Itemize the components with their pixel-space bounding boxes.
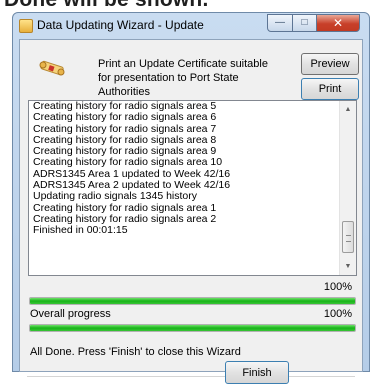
app-icon	[19, 19, 33, 33]
step-progress-fill	[30, 298, 355, 304]
step-progress-percent: 100%	[323, 281, 352, 293]
overall-progress-fill	[30, 325, 355, 331]
title-bar[interactable]: Data Updating Wizard - Update — □ ✕	[13, 13, 369, 39]
log-line: Finished in 00:01:15	[33, 224, 128, 237]
status-message: All Done. Press 'Finish' to close this W…	[30, 346, 241, 358]
wizard-client-area: Print an Update Certificate suitable for…	[19, 39, 363, 378]
step-progress-bar	[29, 297, 356, 305]
close-button[interactable]: ✕	[316, 14, 360, 32]
preview-button[interactable]: Preview	[301, 53, 359, 75]
divider	[27, 376, 355, 378]
log-scrollbar[interactable]: ▲ ▼	[339, 101, 356, 275]
log-line: Creating history for radio signals area …	[33, 111, 217, 124]
certificate-description: Print an Update Certificate suitable for…	[98, 58, 268, 98]
maximize-button[interactable]: □	[292, 14, 317, 32]
scroll-down-icon[interactable]: ▼	[340, 258, 356, 275]
clipped-heading: Done will be shown.	[4, 0, 208, 12]
overall-progress-bar	[29, 324, 356, 332]
scroll-up-icon[interactable]: ▲	[340, 101, 356, 118]
scroll-thumb[interactable]	[342, 221, 354, 253]
print-button[interactable]: Print	[301, 78, 359, 100]
finish-button[interactable]: Finish	[225, 361, 289, 384]
certificate-scroll-icon	[39, 60, 65, 76]
minimize-button[interactable]: —	[267, 14, 293, 32]
overall-progress-label: Overall progress	[30, 308, 111, 320]
log-line: Updating radio signals 1345 history	[33, 190, 198, 203]
wizard-window: Data Updating Wizard - Update — □ ✕ Prin…	[12, 12, 370, 384]
log-listbox[interactable]: Creating history for radio signals area …	[28, 100, 357, 276]
log-lines: Creating history for radio signals area …	[33, 101, 338, 237]
grip-icon	[346, 235, 351, 242]
overall-progress-percent: 100%	[323, 308, 352, 320]
window-title: Data Updating Wizard - Update	[37, 18, 204, 32]
